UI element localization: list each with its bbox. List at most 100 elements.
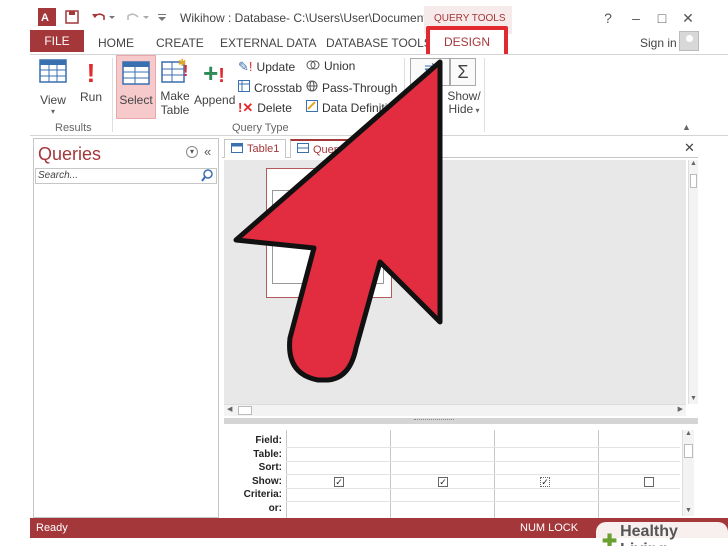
union-label: Union <box>324 59 356 73</box>
view-button[interactable]: View ▾ <box>36 58 70 116</box>
maximize-button[interactable]: □ <box>652 10 672 26</box>
select-label: Select <box>119 93 153 107</box>
query-type-group-label: Query Type <box>232 122 289 134</box>
append-plus-icon: +! <box>203 58 225 88</box>
data-definition-icon <box>306 100 318 115</box>
field-list-body[interactable] <box>272 190 384 284</box>
query-design-grid <box>224 428 698 518</box>
chevron-down-icon: ▾ <box>50 107 55 116</box>
doc-tab-table1[interactable]: Table1 <box>224 139 287 158</box>
brand-text: Healthy Living <box>620 523 678 546</box>
run-exclamation-icon: ! <box>86 58 96 88</box>
nav-menu-chevron-icon[interactable]: ▾ <box>186 146 198 158</box>
query-icon <box>297 143 309 156</box>
help-button[interactable]: ? <box>598 10 618 26</box>
redo-icon[interactable] <box>124 8 150 26</box>
sign-in-link[interactable]: Sign in <box>640 36 677 50</box>
show-hide-label-2: Hide ▾ <box>448 102 480 116</box>
make-table-label-2: Table <box>160 103 190 117</box>
scroll-left-icon[interactable]: ◀ <box>227 405 232 413</box>
grid-label-table: Table: <box>253 449 282 460</box>
append-label: Append <box>194 93 236 107</box>
delete-button[interactable]: !✕ Delete <box>238 100 292 116</box>
nav-search-input[interactable]: Search... <box>35 168 217 184</box>
grid-row-line <box>286 501 680 502</box>
svg-text:✱: ✱ <box>178 58 186 69</box>
brand-plus-icon: ✚ <box>602 530 618 546</box>
doc-tab-query-label: Query <box>313 143 343 156</box>
scroll-down-icon[interactable]: ▼ <box>690 395 697 402</box>
tab-home[interactable]: HOME <box>98 36 134 50</box>
tab-create[interactable]: CREATE <box>156 36 204 50</box>
pass-through-label: Pass-Through <box>322 80 398 95</box>
show-checkbox[interactable]: ✓ <box>438 477 448 487</box>
search-icon[interactable] <box>201 169 214 185</box>
crosstab-button[interactable]: Crosstab <box>238 80 302 95</box>
grid-label-field: Field: <box>255 435 282 446</box>
select-query-icon <box>122 61 150 85</box>
doc-tab-query[interactable]: Query <box>290 139 350 158</box>
update-button[interactable]: ✎! Update <box>238 59 295 75</box>
query-tools-label: QUERY TOOLS <box>434 13 506 24</box>
insert-rows-icon: ⇌ <box>424 59 436 75</box>
make-table-button[interactable]: ! ✱ Make Table <box>158 58 192 117</box>
ribbon-separator <box>404 58 405 132</box>
pass-through-button[interactable]: Pass-Through <box>306 80 397 95</box>
healthy-living-watermark: ✚ Healthy Living <box>596 522 728 546</box>
select-query-button[interactable]: Select <box>116 55 156 119</box>
totals-button[interactable]: Σ <box>450 58 476 86</box>
close-button[interactable]: ✕ <box>678 10 698 27</box>
tab-external-data[interactable]: EXTERNAL DATA <box>220 36 316 50</box>
data-definition-button[interactable]: Data Definitio <box>306 100 394 115</box>
grid-row-line <box>286 488 680 489</box>
minimize-button[interactable]: – <box>626 10 646 26</box>
grid-vertical-scrollbar[interactable]: ▲ ▼ <box>682 430 694 516</box>
globe-icon <box>306 80 318 95</box>
vertical-scrollbar[interactable]: ▲ ▼ <box>688 160 698 404</box>
doc-tab-table1-label: Table1 <box>247 143 280 155</box>
navigation-pane <box>33 138 219 518</box>
show-checkbox[interactable]: ✓ <box>540 477 550 487</box>
scroll-up-icon[interactable]: ▲ <box>689 160 698 167</box>
ribbon-separator <box>484 58 485 132</box>
grid-label-criteria: Criteria: <box>243 489 282 500</box>
datasheet-view-icon <box>39 59 67 83</box>
results-group-label: Results <box>55 122 92 134</box>
update-icon: ✎! <box>238 59 253 74</box>
window-title: Wikihow : Database- C:\Users\User\Docume… <box>180 11 447 25</box>
grid-label-sort: Sort: <box>258 462 282 473</box>
collapse-ribbon-icon[interactable]: ▲ <box>682 122 691 132</box>
tab-file[interactable]: FILE <box>30 30 84 52</box>
scroll-up-icon[interactable]: ▲ <box>683 430 694 437</box>
union-icon <box>306 59 320 73</box>
grid-scroll-thumb[interactable] <box>684 444 693 458</box>
show-hide-button[interactable]: Show/ Hide ▾ <box>444 90 484 117</box>
horizontal-scrollbar[interactable]: ◀ ▶ <box>224 404 686 416</box>
append-button[interactable]: +! Append <box>194 58 236 107</box>
vertical-scroll-thumb[interactable] <box>690 174 697 188</box>
avatar[interactable] <box>679 31 699 51</box>
horizontal-scroll-thumb[interactable] <box>238 406 252 415</box>
nav-pane-title[interactable]: Queries <box>38 144 101 165</box>
grid-row-line <box>286 474 680 475</box>
ribbon-separator <box>112 58 113 132</box>
grid-row-line <box>286 461 680 462</box>
svg-text:A: A <box>41 12 49 24</box>
scroll-right-icon[interactable]: ▶ <box>678 405 683 413</box>
run-button[interactable]: ! Run <box>78 58 104 104</box>
tab-database-tools[interactable]: DATABASE TOOLS <box>326 36 432 50</box>
scroll-down-icon[interactable]: ▼ <box>685 507 692 514</box>
show-checkbox[interactable] <box>644 477 654 487</box>
status-ready-text: Ready <box>36 522 68 534</box>
delete-label: Delete <box>257 101 292 115</box>
union-button[interactable]: Union <box>306 59 355 73</box>
save-icon[interactable] <box>64 8 80 26</box>
shutter-bar-close-icon[interactable]: « <box>204 144 211 159</box>
grid-row-line <box>286 447 680 448</box>
pane-splitter[interactable] <box>224 418 698 424</box>
close-document-icon[interactable]: ✕ <box>684 140 695 156</box>
undo-icon[interactable] <box>90 8 116 26</box>
customize-qat-icon[interactable] <box>156 8 168 26</box>
show-checkbox[interactable]: ✓ <box>334 477 344 487</box>
query-setup-button[interactable]: ⇌ <box>410 58 450 86</box>
